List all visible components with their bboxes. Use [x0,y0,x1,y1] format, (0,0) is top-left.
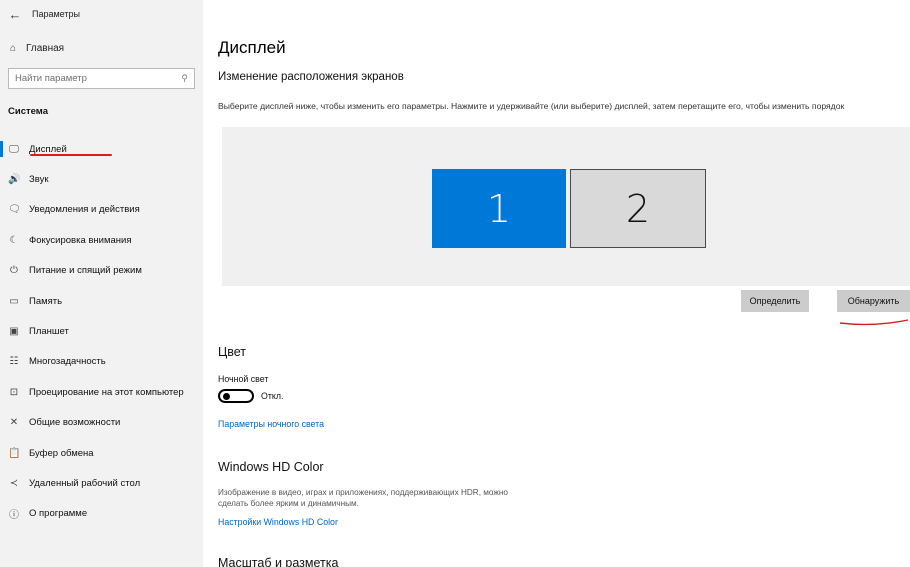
shared-experiences-icon: ✕ [9,417,19,429]
night-light-toggle[interactable] [218,389,254,403]
section-label: Система [8,106,48,117]
toggle-knob [223,392,230,400]
info-icon: ⓘ [9,510,19,522]
sidebar-item-label: О программе [29,508,88,520]
section-subtitle: Изменение расположения экранов [218,71,404,83]
sidebar-item-11[interactable]: ≺ Удаленный рабочий стол [0,468,203,498]
night-light-toggle-row: Откл. [218,389,283,403]
remote-desktop-icon: ≺ [9,477,19,489]
monitor-icon: 🖵 [9,143,19,155]
page-title: Дисплей [218,38,286,57]
scale-heading: Масштаб и разметка [218,556,339,567]
night-light-settings-link[interactable]: Параметры ночного света [218,419,324,429]
monitor-1[interactable]: 1 [432,169,566,248]
sidebar-item-4[interactable]: ⏻ Питание и спящий режим [0,256,203,286]
night-light-label: Ночной свет [218,374,269,384]
sidebar-item-label: Фокусировка внимания [29,234,132,246]
sidebar-item-label: Память [29,295,63,307]
sidebar-item-label: Питание и спящий режим [29,265,142,277]
sidebar-item-5[interactable]: ▭ Память [0,286,203,316]
search-icon[interactable]: ⚲ [181,73,188,84]
sidebar-item-label: Проецирование на этот компьютер [29,386,184,398]
sidebar-item-6[interactable]: ▣ Планшет [0,316,203,346]
sidebar-item-10[interactable]: 📋 Буфер обмена [0,438,203,468]
sidebar-item-8[interactable]: ⊡ Проецирование на этот компьютер [0,377,203,407]
sidebar-item-label: Главная [26,42,65,54]
red-annotation-curve [839,319,909,326]
display-arrangement-area[interactable]: 1 2 [222,127,910,286]
app-title: Параметры [32,9,80,19]
monitor-2[interactable]: 2 [570,169,706,248]
moon-icon: ☾ [9,234,19,246]
home-icon: ⌂ [9,42,17,54]
sidebar-item-label: Планшет [29,326,69,338]
main-content: Дисплей Изменение расположения экранов В… [218,0,910,567]
tablet-icon: ▣ [9,326,19,338]
multitasking-icon: ☷ [9,356,19,368]
sidebar-item-label: Уведомления и действия [29,204,140,216]
clipboard-icon: 📋 [8,447,21,459]
sidebar: ← Параметры ⌂ Главная Найти параметр ⚲ С… [0,0,203,567]
sidebar-nav: 🖵 Дисплей 🔊 Звук 🗨 Уведомления и действия ☾ Фок… [0,134,203,529]
sidebar-item-label: Звук [29,174,49,186]
projection-icon: ⊡ [9,386,19,398]
hdr-settings-link[interactable]: Настройки Windows HD Color [218,517,338,527]
title-bar: ← Параметры [0,0,203,28]
search-placeholder: Найти параметр [15,73,87,84]
sidebar-item-7[interactable]: ☷ Многозадачность [0,347,203,377]
power-icon: ⏻ [10,265,18,277]
instruction-text: Выберите дисплей ниже, чтобы изменить ег… [218,101,845,111]
red-annotation-underline [30,154,112,156]
storage-icon: ▭ [9,295,19,307]
hdr-description: Изображение в видео, играх и приложениях… [218,488,508,508]
sidebar-item-label: Многозадачность [29,356,106,368]
sidebar-item-0[interactable]: 🖵 Дисплей [0,134,203,164]
sidebar-item-2[interactable]: 🗨 Уведомления и действия [0,195,203,225]
sidebar-item-label: Общие возможности [29,417,121,429]
detect-button[interactable]: Обнаружить [837,290,910,312]
notification-icon: 🗨 [8,204,21,216]
sidebar-item-label: Удаленный рабочий стол [29,477,141,489]
hdr-heading: Windows HD Color [218,460,324,474]
sidebar-item-home[interactable]: ⌂ Главная [0,36,203,60]
night-light-state: Откл. [261,391,284,401]
color-heading: Цвет [218,345,247,359]
sidebar-item-9[interactable]: ✕ Общие возможности [0,408,203,438]
back-arrow-icon[interactable]: ← [0,0,30,28]
search-input[interactable]: Найти параметр ⚲ [8,68,195,89]
identify-button[interactable]: Определить [741,290,809,312]
sidebar-item-1[interactable]: 🔊 Звук [0,164,203,194]
sidebar-item-12[interactable]: ⓘ О программе [0,499,203,529]
speaker-icon: 🔊 [8,174,21,186]
sidebar-item-3[interactable]: ☾ Фокусировка внимания [0,225,203,255]
sidebar-item-label: Буфер обмена [29,447,94,459]
